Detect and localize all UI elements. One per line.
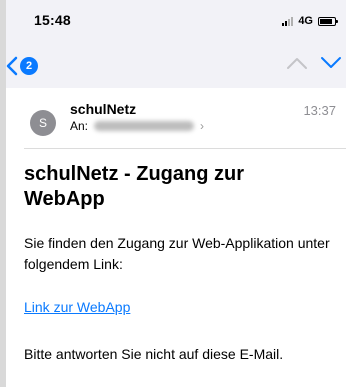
body-intro: Sie finden den Zugang zur Web-Applikatio…	[24, 235, 330, 272]
arrow-down-icon[interactable]	[320, 56, 342, 75]
message-navigation	[286, 56, 342, 75]
chevron-right-icon: ›	[200, 119, 205, 133]
recipient-line[interactable]: An: ›	[70, 119, 204, 133]
phone-screen: 15:48 4G 2 S schulNetz An: › 13:37 schul…	[6, 0, 346, 387]
nav-bar: 2	[6, 44, 346, 88]
status-bar: 15:48 4G	[6, 0, 346, 44]
unread-count-badge: 2	[20, 57, 38, 75]
to-label: An:	[70, 119, 89, 133]
webapp-link[interactable]: Link zur WebApp	[24, 299, 130, 315]
avatar: S	[30, 110, 56, 136]
sender-name[interactable]: schulNetz	[70, 101, 136, 117]
received-time: 13:37	[303, 103, 336, 118]
header-divider	[24, 148, 346, 149]
recipient-redacted	[94, 121, 195, 131]
back-button[interactable]: 2	[6, 54, 38, 78]
mail-subject: schulNetz - Zugang zur WebApp	[24, 163, 244, 210]
battery-icon	[318, 16, 338, 26]
status-time: 15:48	[34, 12, 71, 28]
mail-content: S schulNetz An: › 13:37 schulNetz - Zuga…	[6, 88, 346, 387]
footer-note: Bitte antworten Sie nicht auf diese E-Ma…	[24, 346, 284, 362]
status-icons: 4G	[282, 14, 338, 28]
arrow-up-icon[interactable]	[286, 56, 308, 75]
network-label: 4G	[298, 15, 313, 27]
signal-icon	[282, 16, 294, 26]
back-chevron-icon	[6, 56, 18, 76]
